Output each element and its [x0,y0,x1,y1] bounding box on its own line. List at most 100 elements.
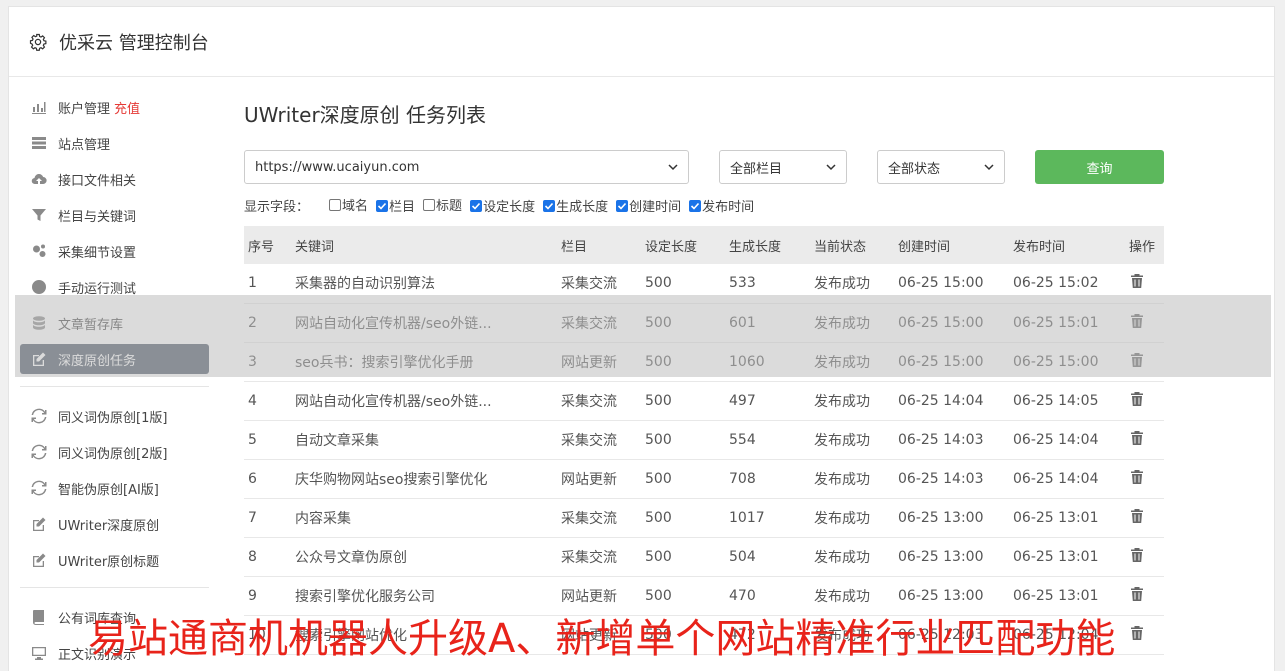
sidebar-item-text-recognition[interactable]: 正文识别演示 [20,638,209,668]
chevron-down-icon [984,164,994,171]
trash-icon[interactable] [1129,352,1145,368]
sidebar-group-tools: 公有词库查询正文识别演示 [20,602,209,668]
field-checkbox[interactable]: 设定长度 [470,196,535,215]
table-cell: 8 [244,537,291,577]
field-checkbox[interactable]: 栏目 [376,196,415,215]
checkbox-box [329,198,342,211]
sidebar-item-columns-keywords[interactable]: 栏目与关键词 [20,200,209,230]
table-cell: 06-25 13:01 [1009,537,1125,577]
display-fields: 显示字段： 域名 栏目 标题 设定长度 生成长度 创建时间 发布时间 [244,194,1164,216]
table-cell: 708 [725,459,810,499]
sidebar-item-label: 深度原创任务 [58,353,137,369]
column-header: 栏目 [557,226,641,264]
page-title: UWriter深度原创 任务列表 [244,103,487,127]
table-cell: 470 [725,576,810,616]
check-icon [471,202,481,210]
sidebar-item-uwriter[interactable]: UWriter深度原创 [20,509,209,539]
sidebar-item-deep-original[interactable]: 深度原创任务 [20,344,209,374]
sidebar-item-synonym-v2[interactable]: 同义词伪原创[2版] [20,437,209,467]
table-row: 3 seo兵书：搜索引擎优化手册 网站更新 500 1060 发布成功 06-25 15:0… [244,342,1164,382]
trash-icon[interactable] [1129,273,1145,289]
field-checkbox[interactable]: 生成长度 [543,196,608,215]
actions-cell [1125,576,1164,616]
column-header: 操作 [1125,226,1164,264]
sidebar-item-public-lexicon[interactable]: 公有词库查询 [20,602,209,632]
table-cell: 采集交流 [557,537,641,577]
field-checkbox-label: 设定长度 [483,200,536,215]
field-checkbox[interactable]: 创建时间 [616,196,681,215]
column-select[interactable]: 全部栏目 [719,150,847,184]
query-button[interactable]: 查询 [1035,150,1164,184]
trash-icon[interactable] [1129,391,1145,407]
sidebar-item-article-store[interactable]: 文章暂存库 [20,308,209,338]
book-icon [30,608,48,626]
edit-icon [30,515,48,533]
trash-icon[interactable] [1129,547,1145,563]
sidebar-item-label: 手动运行测试 [58,281,137,297]
table-cell: 网站自动化宣传机器/seo外链... [291,381,557,421]
sidebar-item-account[interactable]: 账户管理 充值 [20,92,209,122]
recharge-link[interactable]: 充值 [114,98,140,117]
trash-icon[interactable] [1129,508,1145,524]
trash-icon[interactable] [1129,586,1145,602]
sidebar-item-sites[interactable]: 站点管理 [20,128,209,158]
filter-bar: https://www.ucaiyun.com 全部栏目 全部状态 查询 [244,150,1164,184]
status-cell: 发布成功 [810,381,894,421]
display-fields-list: 域名 栏目 标题 设定长度 生成长度 创建时间 发布时间 [329,195,762,215]
table-cell: 搜索引擎网站优化 [291,615,557,655]
sidebar-item-synonym-v1[interactable]: 同义词伪原创[1版] [20,401,209,431]
table-row: 7 内容采集 采集交流 500 1017 发布成功 06-25 13:00 06-25 13:… [244,498,1164,538]
gear-icon [29,33,47,51]
main-content: UWriter深度原创 任务列表 https://www.ucaiyun.com… [244,100,1164,655]
table-cell: 06-25 13:00 [894,537,1009,577]
refresh-icon [30,443,48,461]
table-cell: 7 [244,498,291,538]
field-checkbox-label: 栏目 [389,200,416,215]
trash-icon[interactable] [1129,625,1145,641]
field-checkbox[interactable]: 标题 [423,195,462,214]
table-cell: 采集交流 [557,303,641,343]
sidebar-item-label: 文章暂存库 [58,317,124,333]
column-select-value: 全部栏目 [730,161,783,177]
table-cell: 采集交流 [557,498,641,538]
edit-icon [30,350,48,368]
bar-chart-icon [30,98,48,116]
table-row: 10 搜索引擎网站优化 网站更新 500 472 发布成功 06-25 12:03 06-25… [244,615,1164,655]
table-cell: 06-25 15:00 [894,303,1009,343]
table-cell: 06-25 12:03 [894,615,1009,655]
table-cell: 采集交流 [557,381,641,421]
sidebar-item-label: 正文识别演示 [58,647,137,663]
status-cell: 发布成功 [810,342,894,382]
sidebar-item-api-files[interactable]: 接口文件相关 [20,164,209,194]
field-checkbox[interactable]: 域名 [329,195,368,214]
trash-icon[interactable] [1129,469,1145,485]
trash-icon[interactable] [1129,430,1145,446]
sidebar-item-collect-settings[interactable]: 采集细节设置 [20,236,209,266]
status-select[interactable]: 全部状态 [877,150,1005,184]
table-row: 1 采集器的自动识别算法 采集交流 500 533 发布成功 06-25 15:00 06-2… [244,264,1164,304]
sidebar-item-uwriter-title[interactable]: UWriter原创标题 [20,545,209,575]
play-icon [30,278,48,296]
actions-cell [1125,264,1164,304]
edit-icon [30,551,48,569]
refresh-icon [30,479,48,497]
site-select[interactable]: https://www.ucaiyun.com [244,150,689,184]
trash-icon[interactable] [1129,313,1145,329]
display-fields-label: 显示字段： [244,199,310,215]
table-cell: 06-25 14:04 [1009,420,1125,460]
field-checkbox[interactable]: 发布时间 [689,196,754,215]
monitor-icon [30,644,48,662]
sidebar-item-ai-rewrite[interactable]: 智能伪原创[AI版] [20,473,209,503]
sidebar-item-label: 同义词伪原创[1版] [58,410,168,426]
table-cell: 06-25 15:00 [894,264,1009,304]
table-cell: seo兵书：搜索引擎优化手册 [291,342,557,382]
actions-cell [1125,420,1164,460]
table-cell: 1017 [725,498,810,538]
sidebar-item-manual-test[interactable]: 手动运行测试 [20,272,209,302]
table-row: 2 网站自动化宣传机器/seo外链... 采集交流 500 601 发布成功 06-25 1… [244,303,1164,343]
table-cell: 网站自动化宣传机器/seo外链... [291,303,557,343]
filter-icon [30,206,48,224]
checkbox-box [689,199,702,212]
sidebar: 账户管理 充值 站点管理接口文件相关 栏目与关键词 采集细节设置手动运行测试 文章暂存库深… [20,92,209,671]
table-cell: 网站更新 [557,342,641,382]
